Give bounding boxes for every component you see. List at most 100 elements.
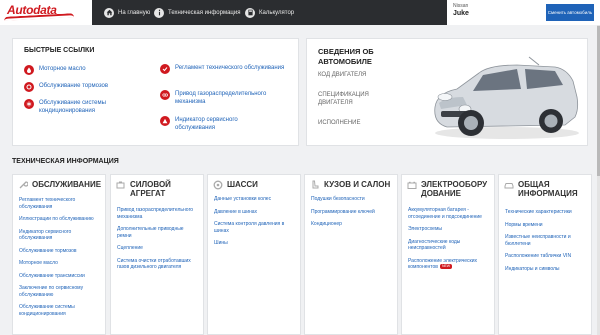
category-body: КУЗОВ И САЛОН Подушки безопасности Прогр… bbox=[304, 174, 398, 335]
category-link[interactable]: Иллюстрации по обслуживанию bbox=[19, 216, 101, 223]
selected-vehicle: Nissan Juke Сменить автомобиль bbox=[447, 0, 600, 25]
category-link[interactable]: Аккумуляторная батарея - отсоединение и … bbox=[408, 207, 490, 220]
nav-calculator-label: Калькулятор bbox=[259, 9, 295, 16]
category-link[interactable]: Подушки безопасности bbox=[311, 196, 393, 203]
category-electrical: ЭЛЕКТРООБОРУ ДОВАНИЕ Аккумуляторная бата… bbox=[401, 174, 495, 335]
category-link[interactable]: Дополнительные приводные ремни bbox=[117, 226, 199, 239]
engine-icon bbox=[116, 181, 125, 189]
category-link[interactable]: Обслуживание трансмиссии bbox=[19, 273, 101, 280]
category-link[interactable]: Обслуживание тормозов bbox=[19, 248, 101, 255]
category-links: Регламент технического обслуживания Иллю… bbox=[19, 197, 101, 323]
category-link[interactable]: Давление в шинах bbox=[214, 209, 296, 216]
quick-links-title: БЫСТРЫЕ ССЫЛКИ bbox=[24, 47, 95, 54]
car-icon bbox=[504, 183, 514, 189]
nav-tech-info[interactable]: Техническая информация bbox=[154, 0, 240, 25]
logo[interactable]: Autodata bbox=[0, 0, 92, 25]
category-link[interactable]: Данные установки колес bbox=[214, 196, 296, 203]
category-header[interactable]: ОБЩАЯ ИНФОРМАЦИЯ bbox=[504, 180, 591, 198]
nav-home[interactable]: На главную bbox=[104, 0, 150, 25]
home-icon bbox=[104, 7, 114, 18]
quick-link-brakes[interactable]: Обслуживание тормозов bbox=[24, 82, 149, 92]
checkmark-icon bbox=[160, 64, 170, 74]
belt-icon bbox=[160, 90, 170, 100]
quick-link-label: Обслуживание тормозов bbox=[39, 83, 109, 89]
ac-icon bbox=[24, 99, 34, 109]
quick-link-label: Индикатор сервисного обслуживания bbox=[175, 117, 238, 131]
category-link[interactable]: Нормы времени bbox=[505, 222, 587, 229]
vehicle-image bbox=[434, 56, 579, 139]
warning-icon bbox=[160, 116, 170, 126]
top-bar: Autodata На главную Техническая информац… bbox=[0, 0, 600, 25]
trim-link[interactable]: ИСПОЛНЕНИЕ bbox=[318, 119, 360, 127]
wheel-icon bbox=[213, 180, 223, 190]
category-title: СИЛОВОЙ АГРЕГАТ bbox=[130, 180, 171, 198]
quick-link-label: Привод газораспределительного механизма bbox=[175, 91, 267, 105]
brake-icon bbox=[24, 82, 34, 92]
category-maintenance: ОБСЛУЖИВАНИЕ Регламент технического обсл… bbox=[12, 174, 106, 335]
category-header[interactable]: ЭЛЕКТРООБОРУ ДОВАНИЕ bbox=[407, 180, 491, 198]
nav-calculator[interactable]: Калькулятор bbox=[245, 0, 294, 25]
battery-icon bbox=[407, 181, 417, 189]
category-chassis: ШАССИ Данные установки колес Давление в … bbox=[207, 174, 301, 335]
category-link[interactable]: Кондиционер bbox=[311, 221, 393, 228]
category-header[interactable]: СИЛОВОЙ АГРЕГАТ bbox=[116, 180, 203, 198]
vehicle-make: Nissan bbox=[453, 3, 469, 9]
category-title: ШАССИ bbox=[227, 180, 258, 189]
category-link[interactable]: Расположение таблички VIN bbox=[505, 253, 587, 260]
new-badge: NEW bbox=[439, 264, 453, 269]
category-link[interactable]: Электросхемы bbox=[408, 226, 490, 233]
quick-link-service-schedule[interactable]: Регламент технического обслуживания bbox=[160, 64, 285, 74]
category-link[interactable]: Привод газораспределительного механизма bbox=[117, 207, 199, 220]
category-link[interactable]: Сцепление bbox=[117, 245, 199, 252]
category-links: Данные установки колес Давление в шинах … bbox=[214, 196, 296, 253]
category-links: Подушки безопасности Программирование кл… bbox=[311, 196, 393, 234]
category-link[interactable]: Система очистки отработавших газов дизел… bbox=[117, 258, 199, 271]
category-title: ОБСЛУЖИВАНИЕ bbox=[32, 180, 102, 189]
quick-link-label: Моторное масло bbox=[39, 66, 86, 72]
quick-link-engine-oil[interactable]: Моторное масло bbox=[24, 65, 149, 75]
category-links: Привод газораспределительного механизма … bbox=[117, 207, 199, 277]
category-link[interactable]: Диагностические коды неисправностей bbox=[408, 239, 490, 252]
category-header[interactable]: КУЗОВ И САЛОН bbox=[310, 180, 390, 190]
category-title: ОБЩАЯ ИНФОРМАЦИЯ bbox=[518, 180, 578, 198]
category-link[interactable]: Моторное масло bbox=[19, 260, 101, 267]
quick-link-label: Обслуживание системы кондиционирования bbox=[39, 100, 106, 114]
quick-link-timing[interactable]: Привод газораспределительного механизма bbox=[160, 90, 285, 106]
category-link[interactable]: Система контроля давления в шинах bbox=[214, 221, 296, 234]
nav-home-label: На главную bbox=[118, 9, 151, 16]
quick-link-service-indicator[interactable]: Индикатор сервисного обслуживания bbox=[160, 116, 275, 132]
vehicle-model: Juke bbox=[453, 10, 469, 17]
category-link[interactable]: Обслуживание системы кондиционирования bbox=[19, 304, 101, 317]
category-link[interactable]: Программирование ключей bbox=[311, 209, 393, 216]
engine-code-link[interactable]: КОД ДВИГАТЕЛЯ bbox=[318, 71, 366, 79]
change-vehicle-button[interactable]: Сменить автомобиль bbox=[546, 4, 594, 21]
oil-drop-icon bbox=[24, 65, 34, 75]
category-title: КУЗОВ И САЛОН bbox=[324, 180, 391, 189]
tech-info-title: ТЕХНИЧЕСКАЯ ИНФОРМАЦИЯ bbox=[12, 158, 119, 165]
category-link[interactable]: Заключение по сервисному обслуживанию bbox=[19, 285, 101, 298]
category-link[interactable]: Индикаторы и символы bbox=[505, 266, 587, 273]
vehicle-info-title: СВЕДЕНИЯ ОБ АВТОМОБИЛЕ bbox=[318, 47, 374, 66]
wrench-icon bbox=[19, 181, 28, 189]
category-link[interactable]: Расположение электрических компонентов NE… bbox=[408, 258, 490, 271]
category-link[interactable]: Регламент технического обслуживания bbox=[19, 197, 101, 210]
calculator-icon bbox=[245, 7, 255, 18]
category-link[interactable]: Технические характеристики bbox=[505, 209, 587, 216]
category-header[interactable]: ШАССИ bbox=[213, 180, 258, 190]
quick-links-card: БЫСТРЫЕ ССЫЛКИ Моторное масло Обслуживан… bbox=[12, 38, 299, 146]
category-link[interactable]: Шины bbox=[214, 240, 296, 247]
engine-spec-link[interactable]: СПЕЦИФИКАЦИЯ ДВИГАТЕЛЯ bbox=[318, 91, 388, 107]
category-link[interactable]: Известные неисправности и бюллетени bbox=[505, 234, 587, 247]
category-links: Аккумуляторная батарея - отсоединение и … bbox=[408, 207, 490, 277]
category-title: ЭЛЕКТРООБОРУ ДОВАНИЕ bbox=[421, 180, 488, 198]
vehicle-info-card: СВЕДЕНИЯ ОБ АВТОМОБИЛЕ КОД ДВИГАТЕЛЯ СПЕ… bbox=[306, 38, 588, 146]
category-header[interactable]: ОБСЛУЖИВАНИЕ bbox=[18, 180, 101, 190]
category-general-info: ОБЩАЯ ИНФОРМАЦИЯ Технические характерист… bbox=[498, 174, 592, 335]
category-powertrain: СИЛОВОЙ АГРЕГАТ Привод газораспределител… bbox=[110, 174, 204, 335]
info-icon bbox=[154, 7, 164, 18]
quick-link-ac[interactable]: Обслуживание системы кондиционирования bbox=[24, 99, 134, 115]
category-links: Технические характеристики Нормы времени… bbox=[505, 209, 587, 278]
category-link[interactable]: Индикатор сервисного обслуживания bbox=[19, 229, 101, 242]
quick-link-label: Регламент технического обслуживания bbox=[175, 65, 285, 71]
nav-tech-info-label: Техническая информация bbox=[168, 9, 241, 16]
